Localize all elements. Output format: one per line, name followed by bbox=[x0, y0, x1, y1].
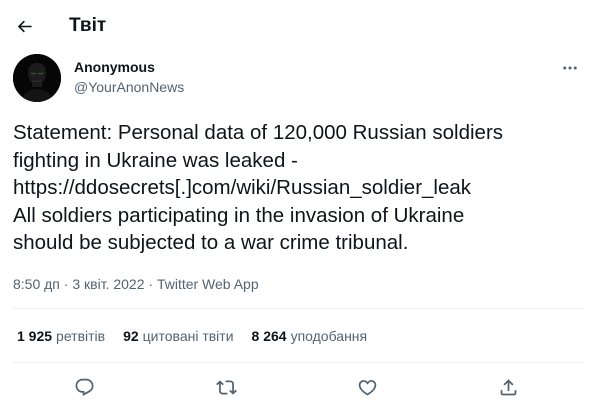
likes-stat[interactable]: 8 264 уподобання bbox=[252, 328, 368, 345]
anonymous-mask-avatar bbox=[13, 54, 61, 102]
tweet-date[interactable]: 3 квіт. 2022 bbox=[72, 276, 144, 292]
reply-button[interactable] bbox=[67, 370, 101, 404]
share-button[interactable] bbox=[491, 370, 525, 404]
more-button[interactable] bbox=[556, 54, 584, 82]
divider bbox=[13, 308, 584, 309]
tweet-actions bbox=[0, 370, 597, 404]
page-title: Твіт bbox=[69, 15, 107, 36]
retweets-label: ретвітів bbox=[56, 328, 106, 344]
reply-icon bbox=[75, 378, 93, 396]
tweet-time[interactable]: 8:50 дп bbox=[13, 276, 60, 292]
likes-label: уподобання bbox=[290, 328, 368, 344]
divider bbox=[13, 362, 584, 363]
tweet-text: Statement: Personal data of 120,000 Russ… bbox=[13, 121, 504, 254]
meta-separator: · bbox=[148, 276, 154, 292]
quotes-count: 92 bbox=[123, 328, 139, 344]
retweets-stat[interactable]: 1 925 ретвітів bbox=[17, 328, 105, 345]
meta-separator: · bbox=[63, 276, 69, 292]
author-block: Anonymous @YourAnonNews bbox=[13, 54, 577, 104]
header: Твіт bbox=[0, 0, 597, 53]
tweet-meta: 8:50 дп · 3 квіт. 2022 · Twitter Web App bbox=[13, 276, 259, 293]
like-button[interactable] bbox=[350, 370, 384, 404]
author-handle[interactable]: @YourAnonNews bbox=[74, 79, 184, 96]
tweet-source[interactable]: Twitter Web App bbox=[157, 276, 259, 292]
tweet-stats: 1 925 ретвітів 92 цитовані твіти 8 264 упод… bbox=[17, 328, 385, 345]
retweets-count: 1 925 bbox=[17, 328, 53, 344]
avatar[interactable] bbox=[13, 54, 61, 102]
share-icon bbox=[500, 378, 516, 395]
back-button[interactable] bbox=[8, 10, 40, 42]
more-dots-icon bbox=[563, 66, 577, 70]
arrow-left-icon bbox=[17, 20, 32, 32]
like-icon bbox=[358, 379, 376, 396]
quotes-stat[interactable]: 92 цитовані твіти bbox=[123, 328, 233, 345]
likes-count: 8 264 bbox=[251, 328, 287, 344]
retweet-icon bbox=[215, 379, 237, 395]
retweet-button[interactable] bbox=[209, 370, 243, 404]
quotes-label: цитовані твіти bbox=[142, 328, 234, 344]
author-name[interactable]: Anonymous bbox=[74, 59, 155, 76]
